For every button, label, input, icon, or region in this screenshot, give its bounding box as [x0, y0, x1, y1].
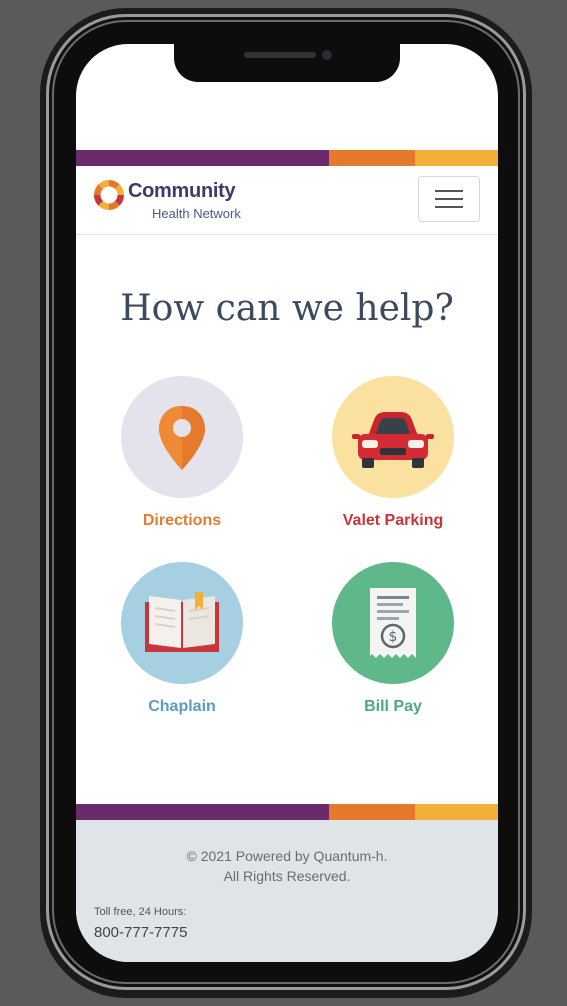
page-heading: How can we help? [120, 288, 454, 329]
brand-subtitle[interactable]: Health Network [152, 206, 241, 221]
directions-label[interactable]: Directions [97, 512, 267, 530]
top-color-stripe [76, 150, 498, 166]
speaker-grill [244, 52, 316, 58]
copyright-text: © 2021 Powered by Quantum-h. All Rights … [76, 846, 498, 886]
svg-text:$: $ [389, 629, 398, 645]
copyright-line-2: All Rights Reserved. [223, 868, 351, 884]
menu-line [435, 206, 463, 208]
bill-pay-label[interactable]: Bill Pay [308, 698, 478, 716]
directions-circle[interactable] [121, 376, 243, 498]
bill-pay-circle[interactable]: $ [332, 562, 454, 684]
brand-name[interactable]: Community [128, 180, 236, 203]
bottom-color-stripe [76, 804, 498, 820]
chaplain-tile[interactable]: Chaplain [97, 562, 267, 716]
menu-line [435, 190, 463, 192]
receipt-dollar-icon: $ [370, 588, 416, 658]
tollfree-phone-link[interactable]: 800-777-7775 [94, 924, 187, 941]
chaplain-label[interactable]: Chaplain [97, 698, 267, 716]
open-book-icon [145, 592, 219, 652]
copyright-line-1: © 2021 Powered by Quantum-h. [186, 848, 388, 864]
hamburger-menu-button[interactable] [418, 176, 480, 222]
bill-pay-tile[interactable]: $ Bill Pay [308, 562, 478, 716]
phone-screen: Community Health Network How can we help… [76, 44, 498, 962]
logo-icon [94, 180, 124, 210]
red-car-icon [352, 412, 434, 468]
site-header: Community Health Network [76, 166, 498, 235]
valet-parking-circle[interactable] [332, 376, 454, 498]
phone-notch [174, 40, 400, 82]
directions-tile[interactable]: Directions [97, 376, 267, 530]
location-pin-icon [159, 406, 205, 470]
chaplain-circle[interactable] [121, 562, 243, 684]
valet-parking-label[interactable]: Valet Parking [308, 512, 478, 530]
tollfree-label: Toll free, 24 Hours: [94, 906, 187, 918]
valet-parking-tile[interactable]: Valet Parking [308, 376, 478, 530]
site-footer: © 2021 Powered by Quantum-h. All Rights … [76, 820, 498, 962]
menu-line [435, 198, 463, 200]
front-camera [322, 50, 332, 60]
